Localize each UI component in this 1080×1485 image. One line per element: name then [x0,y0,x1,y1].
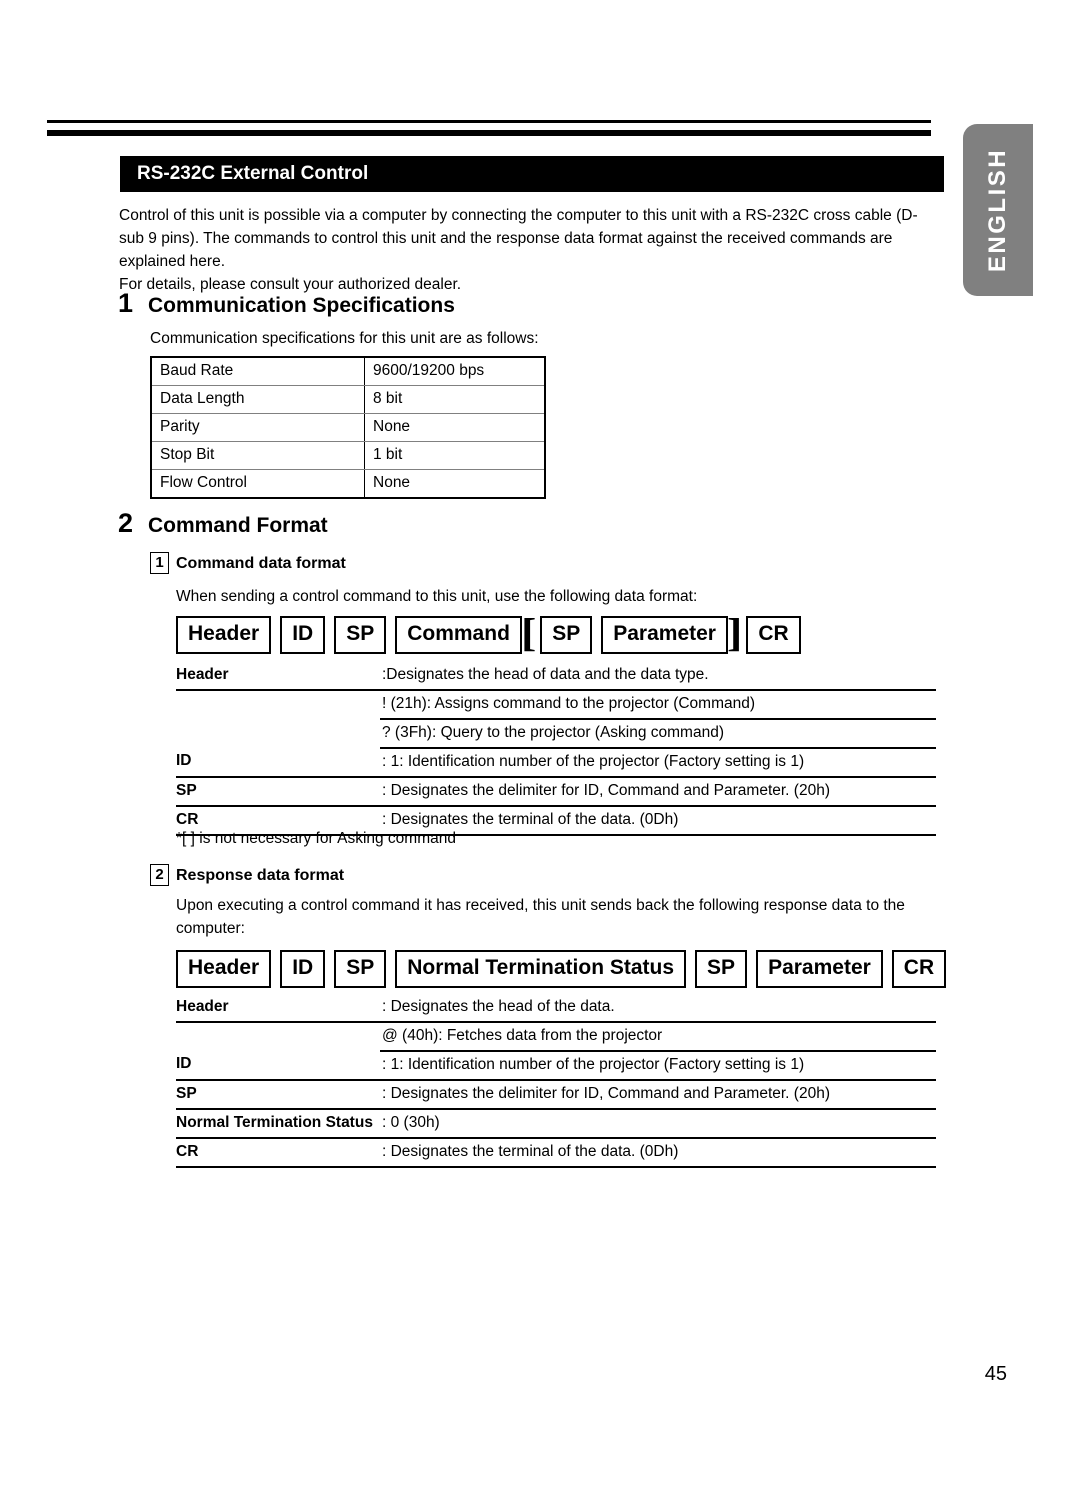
format-box-normal-termination-status: Normal Termination Status [395,950,687,988]
spec-value: None [364,413,545,442]
definition-label: CR [176,1138,380,1168]
table-row: Data Length 8 bit [151,385,545,414]
optional-bracket-open-icon: [ [520,610,537,655]
definition-label [176,719,380,748]
response-definition-table: Header : Designates the head of the data… [176,994,936,1168]
definition-label: ID [176,748,380,778]
definition-value: @ (40h): Fetches data from the projector [380,1022,936,1052]
table-row: SP : Designates the delimiter for ID, Co… [176,777,936,807]
table-row: Baud Rate 9600/19200 bps [151,357,545,386]
definition-label: Header [176,994,380,1023]
definition-value: : 1: Identification number of the projec… [380,1051,936,1081]
sub-heading-number-1: 1 [150,552,169,574]
command-format-diagram: Header ID SP Command [ SP Parameter ] CR [176,610,801,655]
definition-value: ? (3Fh): Query to the projector (Asking … [380,719,936,749]
definition-label: Normal Termination Status [176,1109,380,1139]
definition-value: : 1: Identification number of the projec… [380,748,936,778]
sub-heading-command-data-format: Command data format [176,555,346,572]
header-rule-thin [47,120,931,123]
format-box-parameter: Parameter [756,950,883,988]
page-number: 45 [984,1363,1007,1385]
document-page: ENGLISH RS-232C External Control Control… [0,0,1080,1485]
spec-key: Parity [151,413,365,442]
section-intro: Control of this unit is possible via a c… [119,204,924,296]
optional-bracket-close-icon: ] [726,610,743,655]
format-box-id: ID [280,950,326,988]
section-title: RS-232C External Control [137,163,369,184]
format-box-id: ID [280,616,326,654]
definition-label [176,690,380,719]
definition-value: : Designates the terminal of the data. (… [380,806,936,836]
spec-key: Flow Control [151,469,365,498]
spec-key: Baud Rate [151,357,365,386]
definition-value: : Designates the terminal of the data. (… [380,1138,936,1168]
table-row: Parity None [151,413,545,442]
spec-value: None [364,469,545,498]
format-box-sp: SP [334,616,387,654]
format-box-sp-optional: SP [540,616,593,654]
command-format-footnote: *[ ] is not necessary for Asking command [176,830,456,847]
format-box-header: Header [176,616,272,654]
table-row: Stop Bit 1 bit [151,441,545,470]
definition-label [176,1022,380,1051]
spec-key: Stop Bit [151,441,365,470]
section-title-bar: RS-232C External Control [120,156,944,192]
definition-label: ID [176,1051,380,1081]
table-row: Flow Control None [151,469,545,498]
format-box-parameter: Parameter [601,616,728,654]
command-definition-table: Header :Designates the head of data and … [176,662,936,836]
header-rule-thick [47,130,931,136]
table-row: ! (21h): Assigns command to the projecto… [176,690,936,720]
format-box-command: Command [395,616,522,654]
language-tab-english: ENGLISH [963,124,1033,296]
format-box-sp-2: SP [695,950,748,988]
sub-heading-response-data-format: Response data format [176,867,345,884]
format-box-cr: CR [891,950,947,988]
definition-label: SP [176,1080,380,1110]
spec-value: 9600/19200 bps [364,357,545,386]
communication-spec-table: Baud Rate 9600/19200 bps Data Length 8 b… [150,356,546,499]
table-row: Header :Designates the head of data and … [176,662,936,691]
table-row: Normal Termination Status : 0 (30h) [176,1109,936,1139]
table-row: @ (40h): Fetches data from the projector [176,1022,936,1052]
definition-value: :Designates the head of data and the dat… [380,662,936,691]
definition-label: SP [176,777,380,807]
heading-number-2: 2 [118,508,134,538]
section-intro-paragraph: Control of this unit is possible via a c… [119,207,918,270]
format-box-sp: SP [334,950,387,988]
definition-label: Header [176,662,380,691]
definition-value: : Designates the delimiter for ID, Comma… [380,1080,936,1110]
table-row: ID : 1: Identification number of the pro… [176,1051,936,1081]
spec-value: 1 bit [364,441,545,470]
definition-value: : Designates the head of the data. [380,994,936,1023]
table-row: SP : Designates the delimiter for ID, Co… [176,1080,936,1110]
format-box-header: Header [176,950,272,988]
communication-spec-lead-in: Communication specifications for this un… [150,330,539,347]
definition-value: : Designates the delimiter for ID, Comma… [380,777,936,807]
format-box-cr: CR [746,616,801,654]
table-row: ID : 1: Identification number of the pro… [176,748,936,778]
spec-key: Data Length [151,385,365,414]
heading-command-format: Command Format [148,514,328,537]
spec-value: 8 bit [364,385,545,414]
language-tab-label: ENGLISH [984,147,1011,273]
heading-number-1: 1 [118,288,134,318]
table-row: ? (3Fh): Query to the projector (Asking … [176,719,936,749]
response-data-format-lead-in: Upon executing a control command it has … [176,897,905,937]
definition-value: : 0 (30h) [380,1109,936,1139]
sub-heading-number-2: 2 [150,864,169,886]
definition-value: ! (21h): Assigns command to the projecto… [380,690,936,720]
response-format-diagram: Header ID SP Normal Termination Status S… [176,950,947,988]
section-intro-line2: For details, please consult your authori… [119,276,462,293]
heading-communication-specifications: Communication Specifications [148,294,455,317]
command-data-format-lead-in: When sending a control command to this u… [176,588,698,605]
table-row: Header : Designates the head of the data… [176,994,936,1023]
table-row: CR : Designates the terminal of the data… [176,1138,936,1168]
